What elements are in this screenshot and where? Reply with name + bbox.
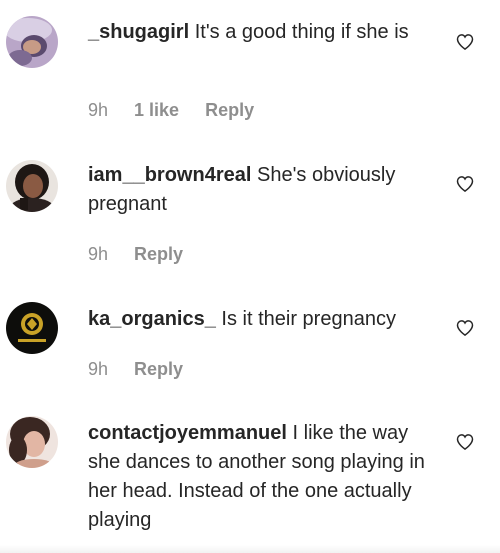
comment-likes[interactable]: 1 like [134,100,179,120]
heart-outline-icon[interactable] [455,32,475,52]
comment-meta: 9h 1 like Reply [88,100,280,121]
comment-time[interactable]: 9h [88,100,108,120]
comment-username[interactable]: contactjoyemmanuel [88,422,287,444]
reply-button[interactable]: Reply [134,359,183,379]
comment-time[interactable]: 9h [88,244,108,264]
comment-username[interactable]: iam__brown4real [88,164,251,186]
avatar[interactable] [6,302,58,354]
reply-button[interactable]: Reply [134,244,183,264]
avatar[interactable] [6,416,58,468]
heart-outline-icon[interactable] [455,432,475,452]
bottom-divider [0,545,500,553]
avatar[interactable] [6,160,58,212]
heart-outline-icon[interactable] [455,318,475,338]
comment-time[interactable]: 9h [88,359,108,379]
comment-meta: 9h Reply [88,244,209,265]
heart-outline-icon[interactable] [455,174,475,194]
comment-username[interactable]: _shugagirl [88,21,189,43]
avatar[interactable] [6,16,58,68]
comments-panel: _shugagirl It's a good thing if she is 9… [0,0,500,553]
comment-text: ka_organics_ Is it their pregnancy [88,305,443,334]
comment-meta: 9h Reply [88,359,209,380]
comment-text: iam__brown4real She's obviously pregnant [88,161,443,219]
reply-button[interactable]: Reply [205,100,254,120]
comment-body: It's a good thing if she is [194,21,409,43]
comment-text: contactjoyemmanuel I like the way she da… [88,419,443,535]
comment-username[interactable]: ka_organics_ [88,308,216,330]
comment-body: Is it their pregnancy [221,308,396,330]
comment-text: _shugagirl It's a good thing if she is [88,18,443,47]
